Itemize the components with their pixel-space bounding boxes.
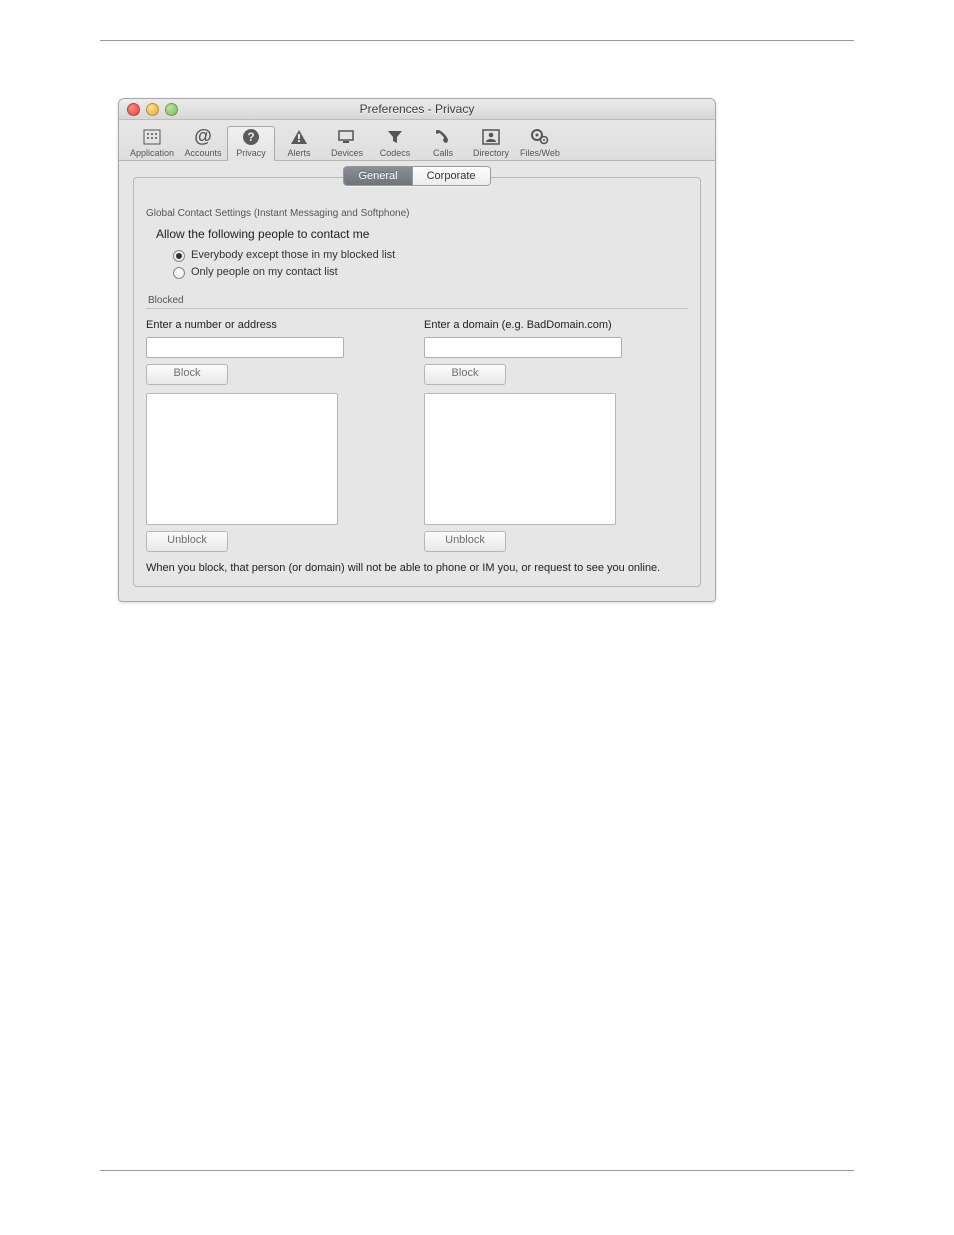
toolbar-item-accounts[interactable]: @ Accounts — [179, 126, 227, 160]
block-address-button[interactable]: Block — [146, 364, 228, 385]
minimize-window-button[interactable] — [146, 103, 159, 116]
toolbar-item-application[interactable]: Application — [125, 126, 179, 160]
address-input[interactable] — [146, 337, 344, 358]
shield-question-icon: ? — [240, 127, 262, 147]
gears-icon — [529, 127, 551, 147]
privacy-tabs: General Corporate — [134, 166, 700, 186]
alert-triangle-icon — [288, 127, 310, 147]
tab-general[interactable]: General — [344, 167, 411, 185]
allow-heading: Allow the following people to contact me — [156, 227, 688, 241]
document-page: Preferences - Privacy Application @ Acco… — [0, 0, 954, 1235]
unblock-address-button[interactable]: Unblock — [146, 531, 228, 552]
svg-text:@: @ — [194, 127, 212, 146]
blocked-address-list[interactable] — [146, 393, 338, 525]
toolbar-item-files-web[interactable]: Files/Web — [515, 126, 565, 160]
fieldset-legend: Global Contact Settings (Instant Messagi… — [146, 208, 688, 219]
domain-input-label: Enter a domain (e.g. BadDomain.com) — [424, 319, 688, 331]
window-title: Preferences - Privacy — [119, 102, 715, 116]
privacy-fieldset: General Corporate Global Contact Setting… — [133, 177, 701, 587]
toolbar-item-calls[interactable]: Calls — [419, 126, 467, 160]
zoom-window-button[interactable] — [165, 103, 178, 116]
page-footer-rule — [100, 1170, 854, 1171]
at-sign-icon: @ — [192, 127, 214, 147]
toolbar-label: Devices — [331, 148, 363, 158]
radio-everybody-except-blocked[interactable] — [173, 250, 185, 262]
toolbar-label: Files/Web — [520, 148, 560, 158]
blocked-columns: Enter a number or address Block Unblock … — [146, 319, 688, 552]
toolbar-label: Alerts — [288, 148, 311, 158]
domain-input[interactable] — [424, 337, 622, 358]
toolbar-label: Directory — [473, 148, 509, 158]
block-domain-button[interactable]: Block — [424, 364, 506, 385]
toolbar-label: Privacy — [236, 148, 266, 158]
svg-text:?: ? — [247, 130, 254, 144]
blocked-divider — [146, 308, 688, 309]
blocked-domain-column: Enter a domain (e.g. BadDomain.com) Bloc… — [424, 319, 688, 552]
toolbar-item-privacy[interactable]: ? Privacy — [227, 126, 275, 161]
radio-label: Only people on my contact list — [191, 266, 338, 278]
blocked-section-label: Blocked — [148, 295, 688, 306]
toolbar-item-alerts[interactable]: Alerts — [275, 126, 323, 160]
close-window-button[interactable] — [127, 103, 140, 116]
window-titlebar: Preferences - Privacy — [119, 99, 715, 120]
preferences-toolbar: Application @ Accounts ? Privacy Alerts — [119, 120, 715, 161]
grid-icon — [141, 127, 163, 147]
preferences-body: General Corporate Global Contact Setting… — [119, 161, 715, 601]
toolbar-item-devices[interactable]: Devices — [323, 126, 371, 160]
toolbar-label: Application — [130, 148, 174, 158]
preferences-window: Preferences - Privacy Application @ Acco… — [118, 98, 716, 602]
funnel-icon — [384, 127, 406, 147]
blocked-domain-list[interactable] — [424, 393, 616, 525]
monitor-icon — [336, 127, 358, 147]
radio-label: Everybody except those in my blocked lis… — [191, 249, 395, 261]
toolbar-item-codecs[interactable]: Codecs — [371, 126, 419, 160]
tab-corporate[interactable]: Corporate — [412, 167, 490, 185]
phone-handset-icon — [432, 127, 454, 147]
block-explanation: When you block, that person (or domain) … — [146, 562, 688, 574]
radio-row-contact-list[interactable]: Only people on my contact list — [168, 264, 688, 279]
toolbar-label: Calls — [433, 148, 453, 158]
address-input-label: Enter a number or address — [146, 319, 410, 331]
window-traffic-lights — [127, 103, 178, 116]
toolbar-label: Codecs — [380, 148, 411, 158]
page-header-rule — [100, 40, 854, 41]
toolbar-label: Accounts — [185, 148, 222, 158]
radio-row-everybody[interactable]: Everybody except those in my blocked lis… — [168, 247, 688, 262]
person-card-icon — [480, 127, 502, 147]
unblock-domain-button[interactable]: Unblock — [424, 531, 506, 552]
blocked-address-column: Enter a number or address Block Unblock — [146, 319, 410, 552]
radio-only-contact-list[interactable] — [173, 267, 185, 279]
toolbar-item-directory[interactable]: Directory — [467, 126, 515, 160]
